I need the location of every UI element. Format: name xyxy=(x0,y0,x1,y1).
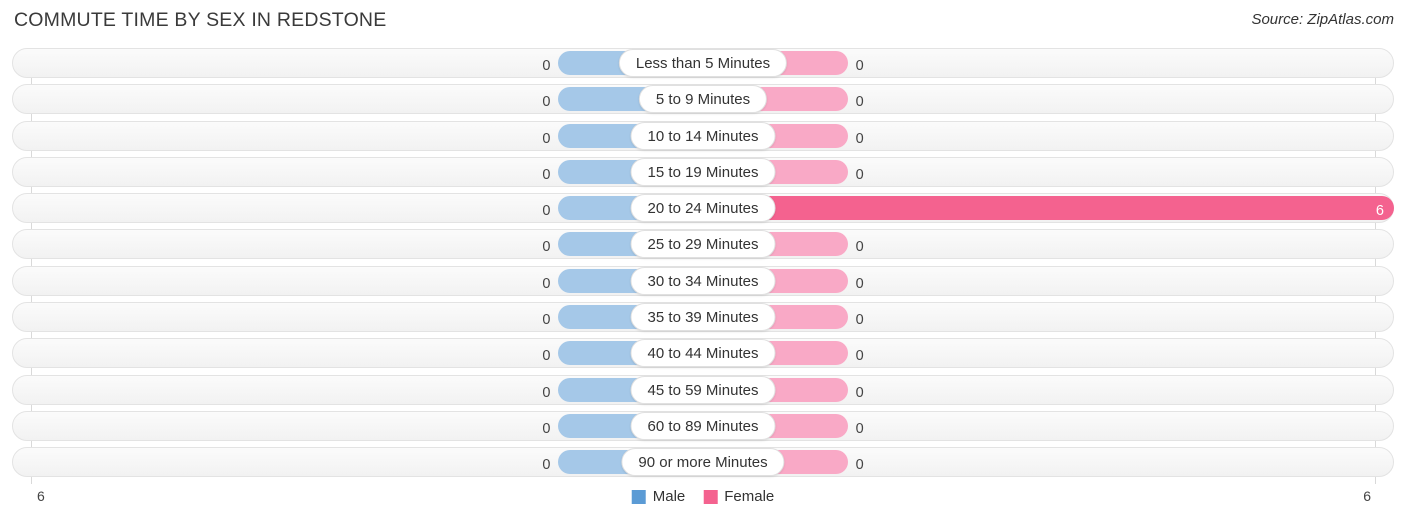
female-value-label: 0 xyxy=(855,239,864,256)
male-half: 0 xyxy=(12,375,695,405)
female-value-label: 0 xyxy=(855,420,864,437)
table-row[interactable]: 0 0 60 to 89 Minutes xyxy=(0,410,1406,441)
category-label-pill: 25 to 29 Minutes xyxy=(630,230,776,259)
male-half: 0 xyxy=(12,266,695,296)
source-attribution: Source: ZipAtlas.com xyxy=(1251,11,1394,28)
chart-footer: 6 6 Male Female xyxy=(0,484,1406,516)
table-row[interactable]: 0 0 40 to 44 Minutes xyxy=(0,338,1406,369)
female-half: 0 xyxy=(711,84,1394,114)
female-half: 0 xyxy=(711,447,1394,477)
table-row[interactable]: 0 6 20 to 24 Minutes xyxy=(0,193,1406,224)
male-value-label: 0 xyxy=(542,166,551,183)
female-half: 0 xyxy=(711,48,1394,78)
legend-item-male[interactable]: Male xyxy=(631,488,686,505)
male-value-label: 0 xyxy=(542,384,551,401)
bar-rows-container: 0 0 Less than 5 Minutes 0 0 5 to 9 Minutes 0 0 1… xyxy=(0,48,1406,484)
female-value-label: 0 xyxy=(855,384,864,401)
male-value-label: 0 xyxy=(542,348,551,365)
female-half: 0 xyxy=(711,121,1394,151)
female-half: 6 xyxy=(711,193,1394,223)
male-value-label: 0 xyxy=(542,239,551,256)
category-label-pill: 20 to 24 Minutes xyxy=(630,194,776,223)
male-value-label: 0 xyxy=(542,130,551,147)
male-half: 0 xyxy=(12,84,695,114)
table-row[interactable]: 0 0 90 or more Minutes xyxy=(0,447,1406,478)
table-row[interactable]: 0 0 30 to 34 Minutes xyxy=(0,265,1406,296)
legend-label-female: Female xyxy=(724,488,775,505)
male-value-label: 0 xyxy=(542,420,551,437)
female-value-label: 0 xyxy=(855,348,864,365)
female-half: 0 xyxy=(711,375,1394,405)
male-half: 0 xyxy=(12,229,695,259)
page-title: COMMUTE TIME BY SEX IN REDSTONE xyxy=(14,9,387,31)
category-label-pill: 5 to 9 Minutes xyxy=(638,85,768,114)
category-label-pill: Less than 5 Minutes xyxy=(618,49,788,77)
table-row[interactable]: 0 0 35 to 39 Minutes xyxy=(0,302,1406,333)
male-half: 0 xyxy=(12,121,695,151)
axis-tick-right: 6 xyxy=(1363,488,1371,504)
table-row[interactable]: 0 0 25 to 29 Minutes xyxy=(0,229,1406,260)
chart-legend: Male Female xyxy=(631,488,774,505)
chart-header: COMMUTE TIME BY SEX IN REDSTONE Source: … xyxy=(0,0,1406,42)
category-label-pill: 45 to 59 Minutes xyxy=(630,375,776,404)
male-half: 0 xyxy=(12,447,695,477)
category-label-pill: 40 to 44 Minutes xyxy=(630,339,776,368)
male-half: 0 xyxy=(12,157,695,187)
category-label-pill: 15 to 19 Minutes xyxy=(630,157,776,186)
category-label-pill: 35 to 39 Minutes xyxy=(630,303,776,332)
female-half: 0 xyxy=(711,302,1394,332)
male-half: 0 xyxy=(12,48,695,78)
male-value-label: 0 xyxy=(542,58,551,74)
male-half: 0 xyxy=(12,411,695,441)
legend-label-male: Male xyxy=(652,488,686,505)
female-value-label: 0 xyxy=(855,166,864,183)
chart-plot-area: 0 0 Less than 5 Minutes 0 0 5 to 9 Minutes 0 0 1… xyxy=(0,48,1406,484)
male-value-label: 0 xyxy=(542,312,551,329)
female-half: 0 xyxy=(711,266,1394,296)
legend-item-female[interactable]: Female xyxy=(703,488,774,505)
male-half: 0 xyxy=(12,193,695,223)
female-value-label: 0 xyxy=(855,275,864,292)
female-half: 0 xyxy=(711,411,1394,441)
table-row[interactable]: 0 0 15 to 19 Minutes xyxy=(0,156,1406,187)
male-value-label: 0 xyxy=(542,275,551,292)
female-value-label: 0 xyxy=(855,94,864,111)
female-half: 0 xyxy=(711,157,1394,187)
table-row[interactable]: 0 0 5 to 9 Minutes xyxy=(0,84,1406,115)
female-half: 0 xyxy=(711,338,1394,368)
legend-swatch-female-icon xyxy=(703,489,718,504)
male-value-label: 0 xyxy=(542,457,551,474)
category-label-pill: 90 or more Minutes xyxy=(621,448,785,477)
category-label-pill: 30 to 34 Minutes xyxy=(630,266,776,295)
male-value-label: 0 xyxy=(542,203,551,220)
female-bar[interactable]: 6 xyxy=(711,196,1394,221)
axis-tick-left: 6 xyxy=(37,488,45,504)
male-half: 0 xyxy=(12,302,695,332)
female-value-label: 6 xyxy=(1375,203,1384,220)
female-value-label: 0 xyxy=(855,457,864,474)
female-value-label: 0 xyxy=(855,58,864,74)
male-half: 0 xyxy=(12,338,695,368)
table-row[interactable]: 0 0 Less than 5 Minutes xyxy=(0,48,1406,78)
female-half: 0 xyxy=(711,229,1394,259)
table-row[interactable]: 0 0 45 to 59 Minutes xyxy=(0,374,1406,405)
female-value-label: 0 xyxy=(855,312,864,329)
legend-swatch-male-icon xyxy=(631,489,646,504)
category-label-pill: 60 to 89 Minutes xyxy=(630,411,776,440)
female-value-label: 0 xyxy=(855,130,864,147)
table-row[interactable]: 0 0 10 to 14 Minutes xyxy=(0,120,1406,151)
category-label-pill: 10 to 14 Minutes xyxy=(630,121,776,150)
male-value-label: 0 xyxy=(542,94,551,111)
